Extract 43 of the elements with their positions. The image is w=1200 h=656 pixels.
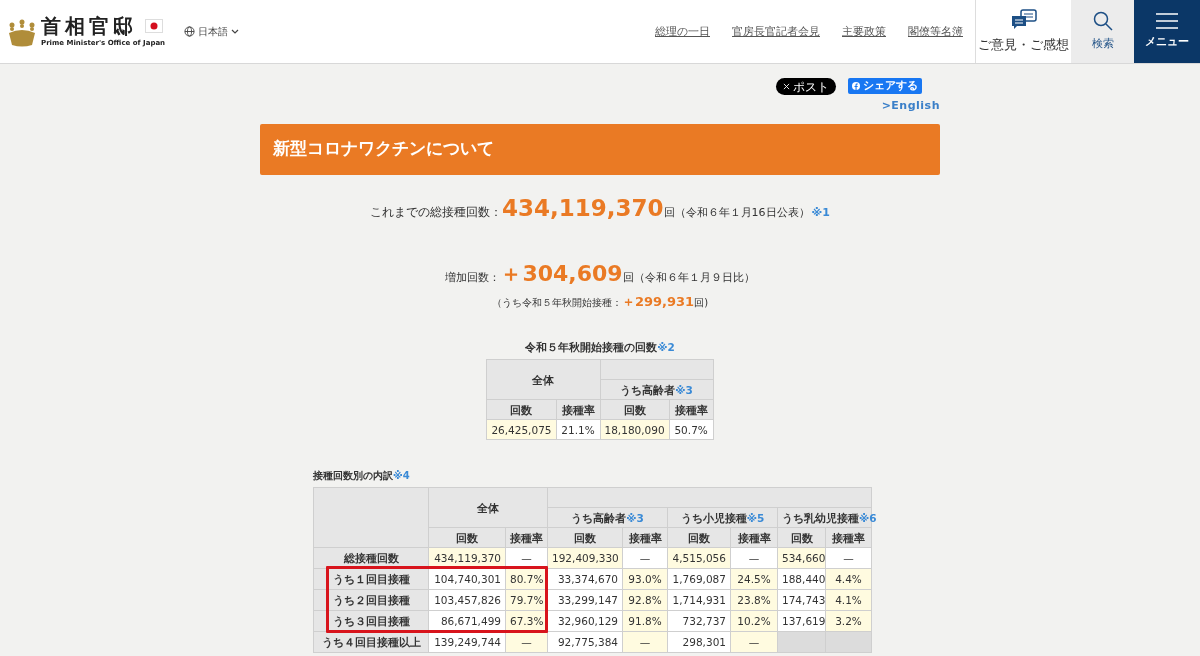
table-cell: 26,425,075 xyxy=(486,419,556,440)
increase-unit: 回 xyxy=(622,270,634,286)
increase-label: 増加回数： xyxy=(445,270,501,286)
header-label: うち高齢者 xyxy=(571,511,627,524)
page-banner: 新型コロナワクチンについて xyxy=(260,123,940,175)
x-logo-icon xyxy=(783,83,790,90)
share-button[interactable]: シェアする xyxy=(848,78,922,94)
table-title: 接種回数別の内訳 xyxy=(313,470,393,482)
english-link[interactable]: >English xyxy=(881,98,940,115)
language-selector[interactable]: 日本語 xyxy=(184,24,240,39)
header-label: うち小児接種 xyxy=(680,511,747,524)
total-date: （令和６年１月16日公表） xyxy=(674,204,810,221)
site-title[interactable]: 首相官邸 xyxy=(41,15,137,37)
autumn-increase-value: ＋299,931 xyxy=(621,293,695,311)
table-title: 令和５年秋開始接種の回数 xyxy=(525,340,658,353)
header-label: うち高齢者 xyxy=(620,383,676,396)
total-label: これまでの総接種回数： xyxy=(370,203,503,221)
globe-icon xyxy=(184,26,196,37)
nav-link[interactable]: 官房長官記者会見 xyxy=(732,23,820,40)
search-icon xyxy=(1092,11,1113,32)
header-cell: 全体 xyxy=(486,359,600,400)
search-button[interactable]: 検索 xyxy=(1071,0,1134,63)
nav-link[interactable]: 主要政策 xyxy=(842,23,886,40)
header-cell: 全体 xyxy=(428,487,548,528)
increase-date: （令和６年１月９日比） xyxy=(633,270,755,286)
facebook-logo-icon xyxy=(852,82,860,90)
total-unit: 回 xyxy=(663,204,675,221)
nav-link[interactable]: 総理の一日 xyxy=(655,23,710,40)
header-label: うち乳幼児接種 xyxy=(782,511,859,524)
autumn-increase-label: （うち令和５年秋開始接種： xyxy=(491,296,622,310)
total-value: 434,119,370 xyxy=(502,193,664,223)
feedback-button[interactable]: ご意見・ご感想 xyxy=(975,0,1071,63)
chevron-down-icon xyxy=(231,29,240,34)
menu-icon xyxy=(1156,13,1178,30)
nav-link[interactable]: 閣僚等名簿 xyxy=(908,23,963,40)
autumn-increase-unit: 回) xyxy=(694,296,709,310)
menu-button[interactable]: メニュー xyxy=(1134,0,1200,63)
chat-bubbles-icon xyxy=(1010,8,1037,31)
row-header-cell: うち４回目接種以上 xyxy=(313,631,429,653)
flag-icon xyxy=(145,19,163,33)
increase-value: ＋304,609 xyxy=(500,260,623,288)
header-cell: 回数 xyxy=(486,399,556,420)
post-button[interactable]: ポスト xyxy=(776,78,836,95)
